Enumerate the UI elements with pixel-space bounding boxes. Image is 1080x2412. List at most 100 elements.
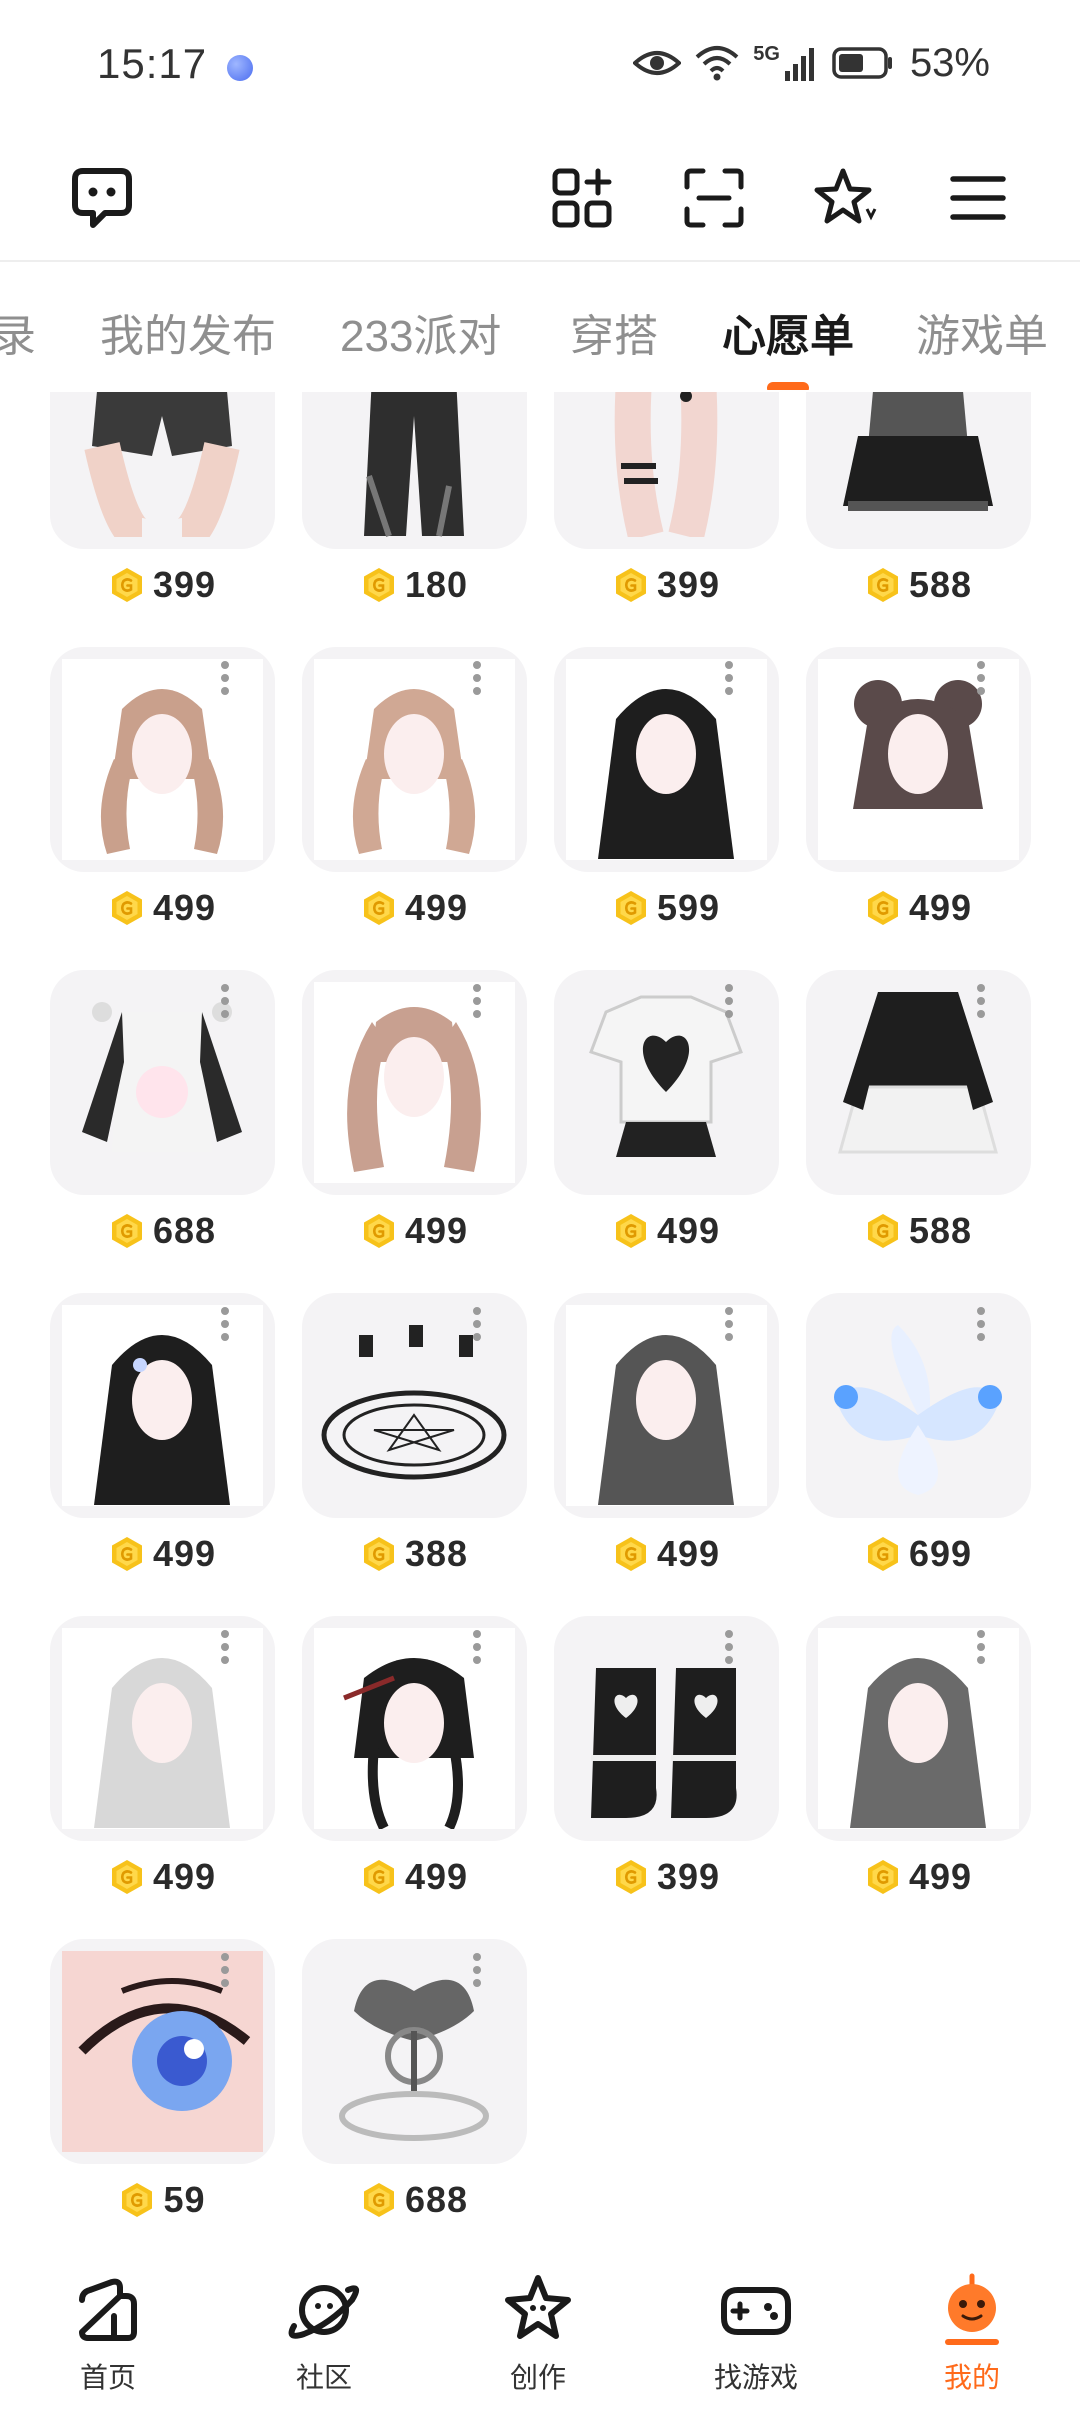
more-options-icon[interactable] bbox=[221, 661, 233, 695]
wishlist-item[interactable]: 59 bbox=[50, 1939, 275, 2252]
item-thumbnail[interactable] bbox=[806, 647, 1031, 872]
item-thumbnail[interactable] bbox=[50, 970, 275, 1195]
wishlist-item[interactable]: 499 bbox=[302, 1616, 527, 1939]
wishlist-item[interactable]: 499 bbox=[50, 647, 275, 970]
item-thumbnail[interactable] bbox=[50, 647, 275, 872]
coin-icon bbox=[363, 2183, 394, 2217]
coin-icon bbox=[363, 1860, 394, 1894]
price-value: 399 bbox=[656, 564, 721, 605]
grid-plus-icon[interactable] bbox=[542, 158, 622, 238]
item-thumbnail[interactable] bbox=[806, 1616, 1031, 1841]
wishlist-item[interactable]: 588 bbox=[806, 392, 1031, 647]
item-thumbnail[interactable] bbox=[50, 1293, 275, 1518]
wishlist-scroll-area[interactable]: 399 180 399 588 499 499 599 499 688 499 … bbox=[0, 392, 1080, 2252]
tab-233-party[interactable]: 233派对 bbox=[340, 300, 501, 364]
more-options-icon[interactable] bbox=[221, 1953, 233, 1987]
more-options-icon[interactable] bbox=[725, 1630, 737, 1664]
item-thumbnail[interactable] bbox=[50, 1939, 275, 2164]
menu-icon[interactable] bbox=[938, 158, 1018, 238]
item-thumbnail[interactable] bbox=[302, 970, 527, 1195]
chat-bubble-icon[interactable] bbox=[62, 158, 142, 238]
wishlist-item[interactable]: 399 bbox=[554, 392, 779, 647]
more-options-icon[interactable] bbox=[977, 1307, 989, 1341]
wishlist-item[interactable]: 388 bbox=[302, 1293, 527, 1616]
item-price: 688 bbox=[302, 2179, 527, 2221]
star-sparkle-icon[interactable] bbox=[806, 158, 886, 238]
item-thumbnail[interactable] bbox=[302, 1939, 527, 2164]
more-options-icon[interactable] bbox=[725, 984, 737, 1018]
item-thumbnail[interactable] bbox=[50, 1616, 275, 1841]
item-thumbnail[interactable] bbox=[302, 647, 527, 872]
wishlist-item[interactable]: 688 bbox=[302, 1939, 527, 2252]
item-thumbnail[interactable] bbox=[806, 392, 1031, 549]
more-options-icon[interactable] bbox=[473, 661, 485, 695]
tab-record[interactable]: 录 bbox=[0, 300, 36, 364]
item-thumbnail[interactable] bbox=[50, 392, 275, 549]
wishlist-item[interactable]: 499 bbox=[302, 647, 527, 970]
item-thumbnail[interactable] bbox=[554, 1293, 779, 1518]
price-value: 499 bbox=[404, 887, 469, 928]
item-thumbnail[interactable] bbox=[554, 647, 779, 872]
coin-icon bbox=[111, 1860, 142, 1894]
wishlist-item[interactable]: 399 bbox=[50, 392, 275, 647]
wishlist-item[interactable]: 180 bbox=[302, 392, 527, 647]
more-options-icon[interactable] bbox=[473, 1307, 485, 1341]
item-price: 499 bbox=[50, 1856, 275, 1898]
item-thumbnail[interactable] bbox=[554, 1616, 779, 1841]
more-options-icon[interactable] bbox=[473, 1630, 485, 1664]
tab-wishlist[interactable]: 心愿单 bbox=[722, 300, 854, 364]
wishlist-item[interactable]: 688 bbox=[50, 970, 275, 1293]
item-thumbnail[interactable] bbox=[554, 392, 779, 549]
more-options-icon[interactable] bbox=[221, 984, 233, 1018]
wifi-icon bbox=[695, 46, 739, 81]
more-options-icon[interactable] bbox=[725, 1307, 737, 1341]
wishlist-item[interactable]: 588 bbox=[806, 970, 1031, 1293]
coin-icon bbox=[615, 891, 646, 925]
item-price: 688 bbox=[50, 1210, 275, 1252]
coin-icon bbox=[615, 1537, 646, 1571]
price-value: 688 bbox=[404, 2179, 469, 2220]
tab-game-list[interactable]: 游戏单 bbox=[916, 300, 1048, 364]
more-options-icon[interactable] bbox=[725, 661, 737, 695]
wishlist-item[interactable]: 399 bbox=[554, 1616, 779, 1939]
nav-label-home: 首页 bbox=[79, 2362, 136, 2393]
item-thumbnail[interactable] bbox=[806, 1293, 1031, 1518]
price-value: 499 bbox=[152, 887, 217, 928]
nav-create[interactable]: 创作 bbox=[468, 2270, 608, 2396]
item-thumbnail[interactable] bbox=[302, 1616, 527, 1841]
tab-my-posts[interactable]: 我的发布 bbox=[100, 300, 276, 364]
scan-icon[interactable] bbox=[674, 158, 754, 238]
more-options-icon[interactable] bbox=[977, 984, 989, 1018]
nav-find-games[interactable]: 找游戏 bbox=[686, 2270, 826, 2396]
nav-mine[interactable]: 我的 bbox=[902, 2270, 1042, 2396]
item-thumbnail[interactable] bbox=[554, 970, 779, 1195]
wishlist-item[interactable]: 499 bbox=[554, 970, 779, 1293]
item-price: 699 bbox=[806, 1533, 1031, 1575]
wishlist-item[interactable]: 499 bbox=[50, 1293, 275, 1616]
item-price: 599 bbox=[554, 887, 779, 929]
wishlist-item[interactable]: 499 bbox=[554, 1293, 779, 1616]
more-options-icon[interactable] bbox=[473, 1953, 485, 1987]
more-options-icon[interactable] bbox=[977, 661, 989, 695]
more-options-icon[interactable] bbox=[977, 1630, 989, 1664]
nav-community[interactable]: 社区 bbox=[254, 2270, 394, 2396]
more-options-icon[interactable] bbox=[473, 984, 485, 1018]
tab-active-indicator bbox=[767, 382, 809, 390]
wishlist-item[interactable]: 699 bbox=[806, 1293, 1031, 1616]
item-thumbnail[interactable] bbox=[302, 392, 527, 549]
item-thumbnail[interactable] bbox=[806, 970, 1031, 1195]
wishlist-item[interactable]: 599 bbox=[554, 647, 779, 970]
item-thumbnail[interactable] bbox=[302, 1293, 527, 1518]
price-value: 599 bbox=[656, 887, 721, 928]
wishlist-item[interactable]: 499 bbox=[50, 1616, 275, 1939]
more-options-icon[interactable] bbox=[221, 1307, 233, 1341]
status-bar: 15:17 5G 53% bbox=[0, 0, 1080, 130]
home-icon bbox=[79, 2278, 137, 2341]
item-image bbox=[843, 392, 993, 511]
wishlist-item[interactable]: 499 bbox=[806, 1616, 1031, 1939]
wishlist-item[interactable]: 499 bbox=[806, 647, 1031, 970]
nav-home[interactable]: 首页 bbox=[38, 2270, 178, 2396]
more-options-icon[interactable] bbox=[221, 1630, 233, 1664]
wishlist-item[interactable]: 499 bbox=[302, 970, 527, 1293]
tab-outfits[interactable]: 穿搭 bbox=[570, 300, 658, 364]
